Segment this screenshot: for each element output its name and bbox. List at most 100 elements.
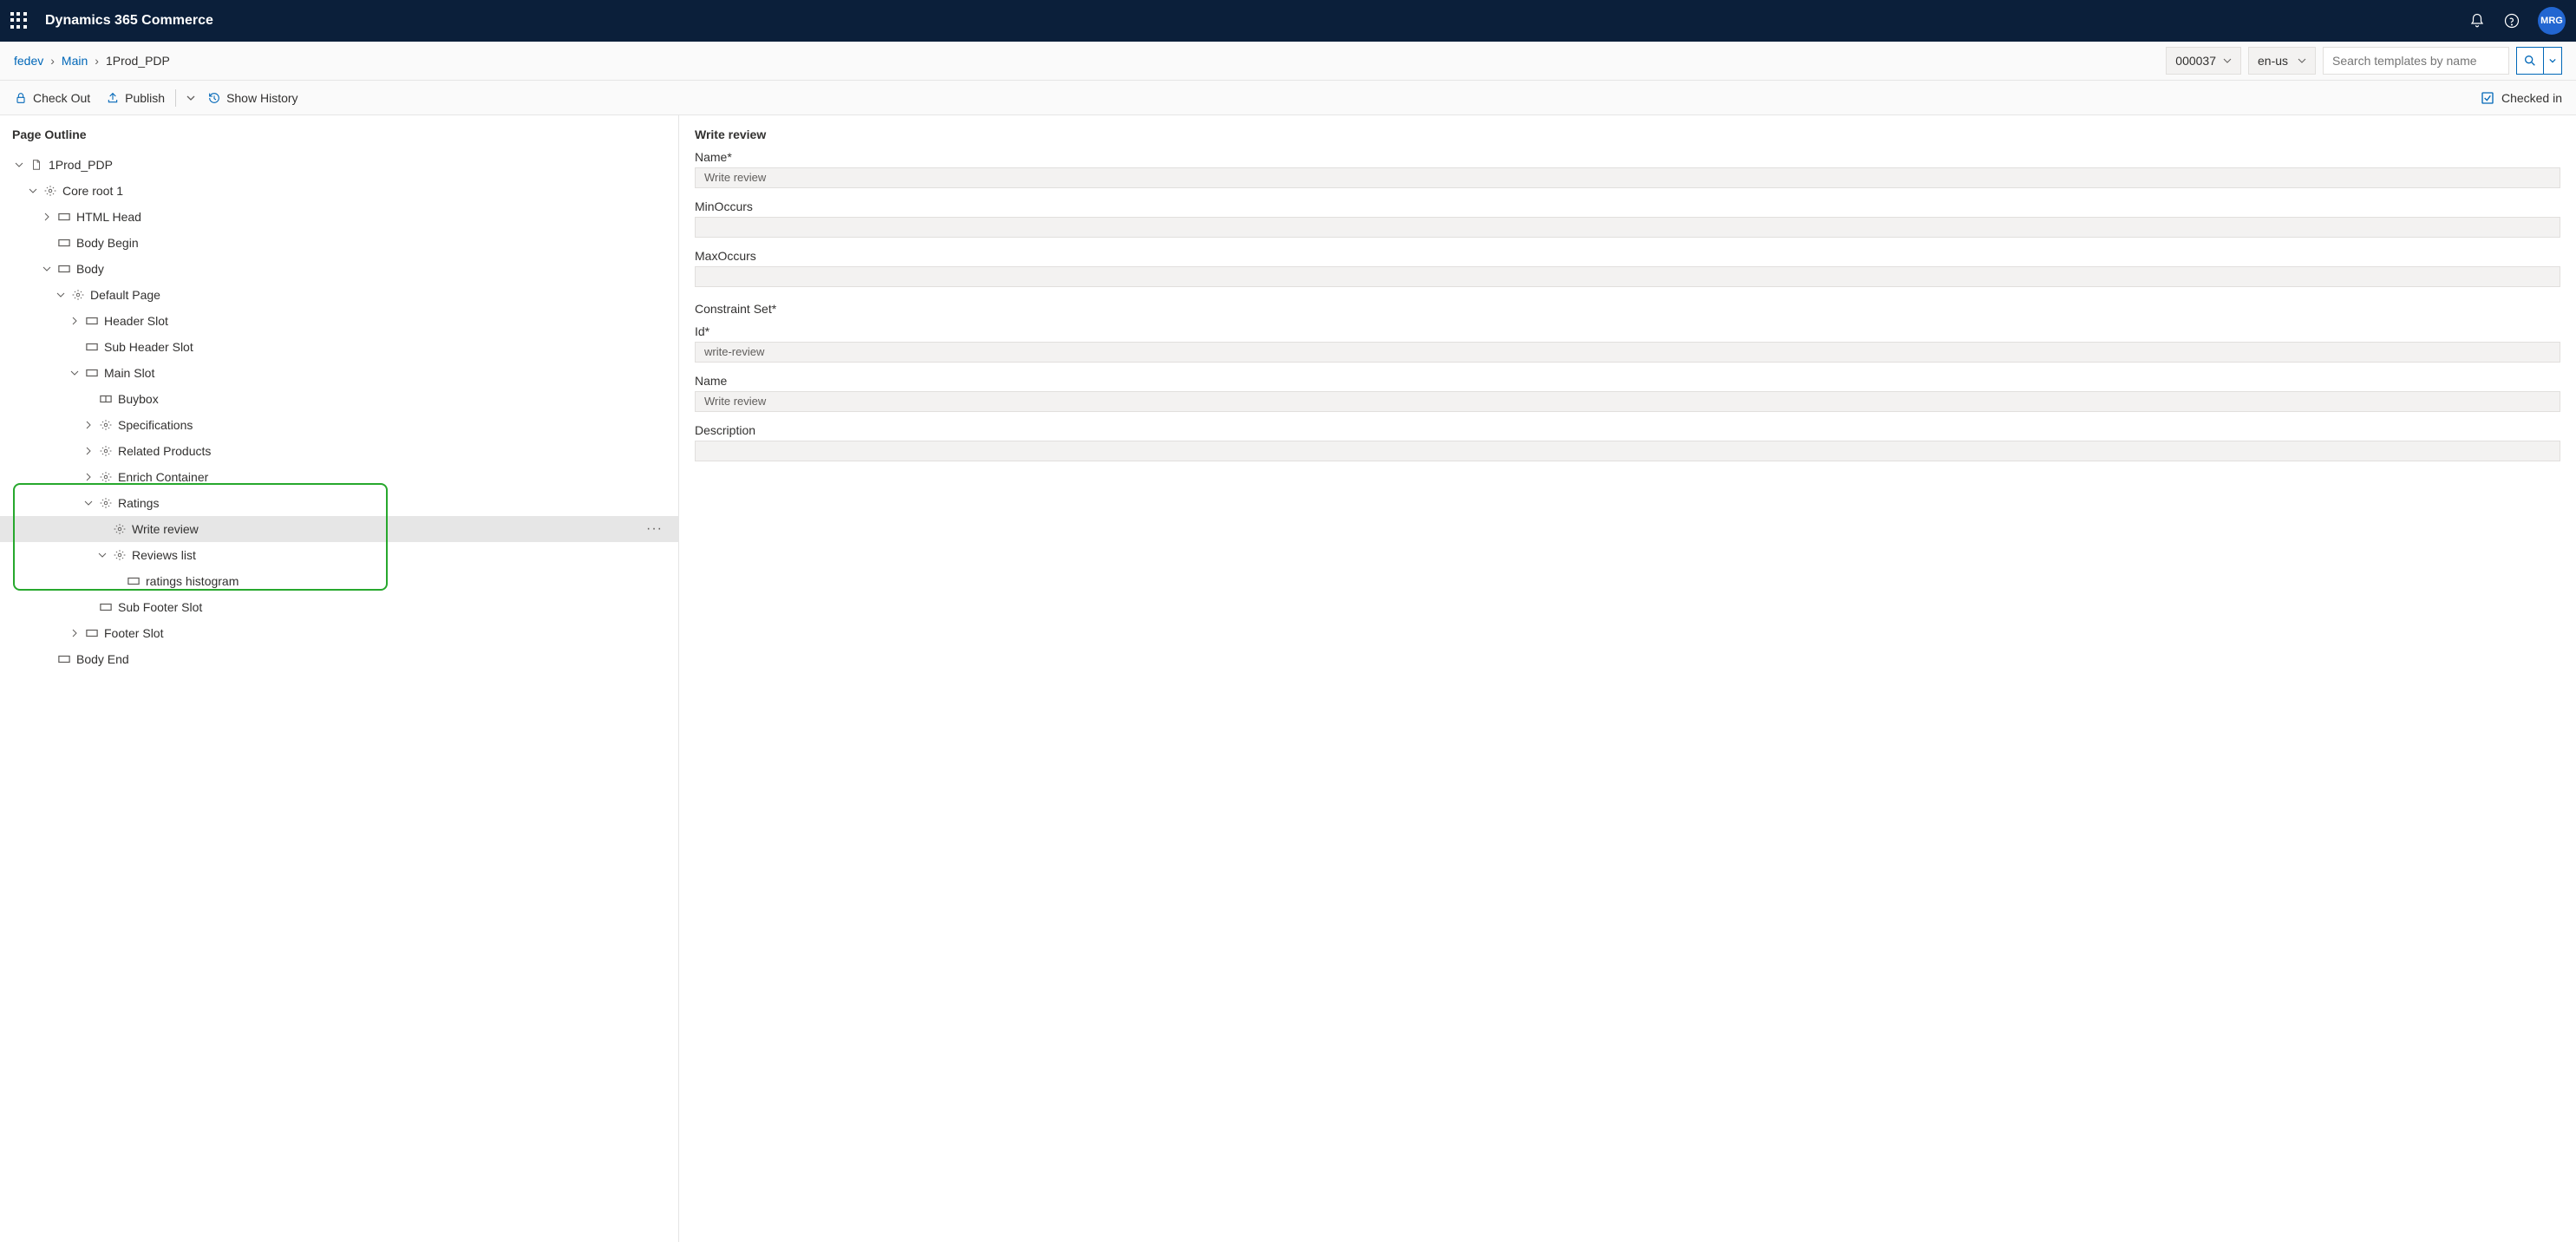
gear-icon (99, 496, 113, 510)
breadcrumb-link-main[interactable]: Main (62, 54, 88, 68)
more-icon[interactable]: ··· (646, 521, 663, 537)
tree-node-ratings[interactable]: Ratings (12, 490, 678, 516)
container-icon (57, 652, 71, 666)
toolbar-separator (175, 89, 176, 107)
tree-node-sub-header-slot[interactable]: Sub Header Slot (12, 334, 678, 360)
check-out-label: Check Out (33, 91, 90, 105)
chevron-right-icon[interactable] (68, 626, 82, 640)
chevron-down-icon[interactable] (82, 496, 95, 510)
top-navbar: Dynamics 365 Commerce MRG (0, 0, 2576, 42)
tree-label: Buybox (118, 392, 159, 406)
name2-field[interactable] (695, 391, 2560, 412)
name-field[interactable] (695, 167, 2560, 188)
search-icon (2523, 54, 2537, 68)
properties-pane: Write review Name* MinOccurs MaxOccurs C… (679, 115, 2576, 1242)
breadcrumb-current: 1Prod_PDP (106, 54, 170, 68)
search-input[interactable] (2323, 47, 2509, 75)
chevron-down-icon[interactable] (95, 548, 109, 562)
chevron-down-icon (2549, 57, 2556, 64)
show-history-button[interactable]: Show History (207, 91, 297, 105)
chevron-down-icon[interactable] (40, 262, 54, 276)
description-label: Description (695, 423, 2560, 437)
app-launcher-icon[interactable] (10, 12, 28, 29)
tree-label: Header Slot (104, 314, 168, 328)
check-out-button[interactable]: Check Out (14, 91, 90, 105)
checked-in-label: Checked in (2501, 91, 2562, 105)
container-icon (85, 366, 99, 380)
tree-label: Footer Slot (104, 626, 163, 640)
help-icon[interactable] (2503, 12, 2520, 29)
upload-icon (106, 91, 120, 105)
search-more-button[interactable] (2543, 47, 2562, 75)
gear-icon (99, 470, 113, 484)
show-history-label: Show History (226, 91, 297, 105)
tree-node-header-slot[interactable]: Header Slot (12, 308, 678, 334)
tree-node-specifications[interactable]: Specifications (12, 412, 678, 438)
minoccurs-field[interactable] (695, 217, 2560, 238)
app-title: Dynamics 365 Commerce (45, 13, 213, 29)
container-icon (85, 340, 99, 354)
tree-label: Main Slot (104, 366, 154, 380)
container-icon (85, 626, 99, 640)
tree-node-main-slot[interactable]: Main Slot (12, 360, 678, 386)
site-dropdown[interactable]: 000037 (2166, 47, 2241, 75)
constraint-set-label: Constraint Set* (695, 302, 2560, 316)
chevron-right-icon: › (95, 54, 99, 68)
chevron-down-icon[interactable] (26, 184, 40, 198)
publish-button[interactable]: Publish (106, 91, 165, 105)
gear-icon (113, 548, 127, 562)
tree-label: 1Prod_PDP (49, 158, 113, 172)
tree-node-reviews-list[interactable]: Reviews list (12, 542, 678, 568)
chevron-down-icon[interactable] (68, 366, 82, 380)
container-icon (57, 236, 71, 250)
chevron-down-icon[interactable] (54, 288, 68, 302)
tree-node-core-root[interactable]: Core root 1 (12, 178, 678, 204)
page-icon (29, 158, 43, 172)
filter-row: fedev › Main › 1Prod_PDP 000037 en-us (0, 42, 2576, 81)
chevron-right-icon[interactable] (40, 210, 54, 224)
chevron-down-icon (2223, 56, 2232, 65)
tree-node-enrich-container[interactable]: Enrich Container (12, 464, 678, 490)
chevron-right-icon[interactable] (82, 418, 95, 432)
chevron-down-icon[interactable] (12, 158, 26, 172)
tree-label: Body (76, 262, 104, 276)
gear-icon (43, 184, 57, 198)
name-label: Name* (695, 150, 2560, 164)
tree-node-write-review[interactable]: Write review ··· (0, 516, 678, 542)
tree-node-default-page[interactable]: Default Page (12, 282, 678, 308)
chevron-right-icon: › (50, 54, 55, 68)
chevron-right-icon[interactable] (68, 314, 82, 328)
tree-node-root[interactable]: 1Prod_PDP (12, 152, 678, 178)
maxoccurs-field[interactable] (695, 266, 2560, 287)
tree-node-ratings-histogram[interactable]: ratings histogram (12, 568, 678, 594)
tree-label: Sub Footer Slot (118, 600, 202, 614)
tree-node-body[interactable]: Body (12, 256, 678, 282)
module-icon (99, 392, 113, 406)
history-icon (207, 91, 221, 105)
tree-node-footer-slot[interactable]: Footer Slot (12, 620, 678, 646)
chevron-right-icon[interactable] (82, 444, 95, 458)
breadcrumb-link-fedev[interactable]: fedev (14, 54, 43, 68)
tree-label: Body End (76, 652, 129, 666)
outline-pane: Page Outline 1Prod_PDP Core root 1 HTML … (0, 115, 679, 1242)
toolbar-more-chevron[interactable] (181, 88, 200, 108)
tree-node-body-end[interactable]: Body End (12, 646, 678, 672)
chevron-right-icon[interactable] (82, 470, 95, 484)
container-icon (57, 210, 71, 224)
id-label: Id* (695, 324, 2560, 338)
tree-node-buybox[interactable]: Buybox (12, 386, 678, 412)
tree-node-sub-footer-slot[interactable]: Sub Footer Slot (12, 594, 678, 620)
tree-node-html-head[interactable]: HTML Head (12, 204, 678, 230)
id-field[interactable] (695, 342, 2560, 363)
container-icon (99, 600, 113, 614)
container-icon (57, 262, 71, 276)
search-button[interactable] (2516, 47, 2544, 75)
tree-node-related-products[interactable]: Related Products (12, 438, 678, 464)
bell-icon[interactable] (2468, 12, 2486, 29)
chevron-down-icon (186, 94, 195, 102)
locale-dropdown[interactable]: en-us (2248, 47, 2316, 75)
avatar[interactable]: MRG (2538, 7, 2566, 35)
description-field[interactable] (695, 441, 2560, 461)
maxoccurs-label: MaxOccurs (695, 249, 2560, 263)
tree-node-body-begin[interactable]: Body Begin (12, 230, 678, 256)
